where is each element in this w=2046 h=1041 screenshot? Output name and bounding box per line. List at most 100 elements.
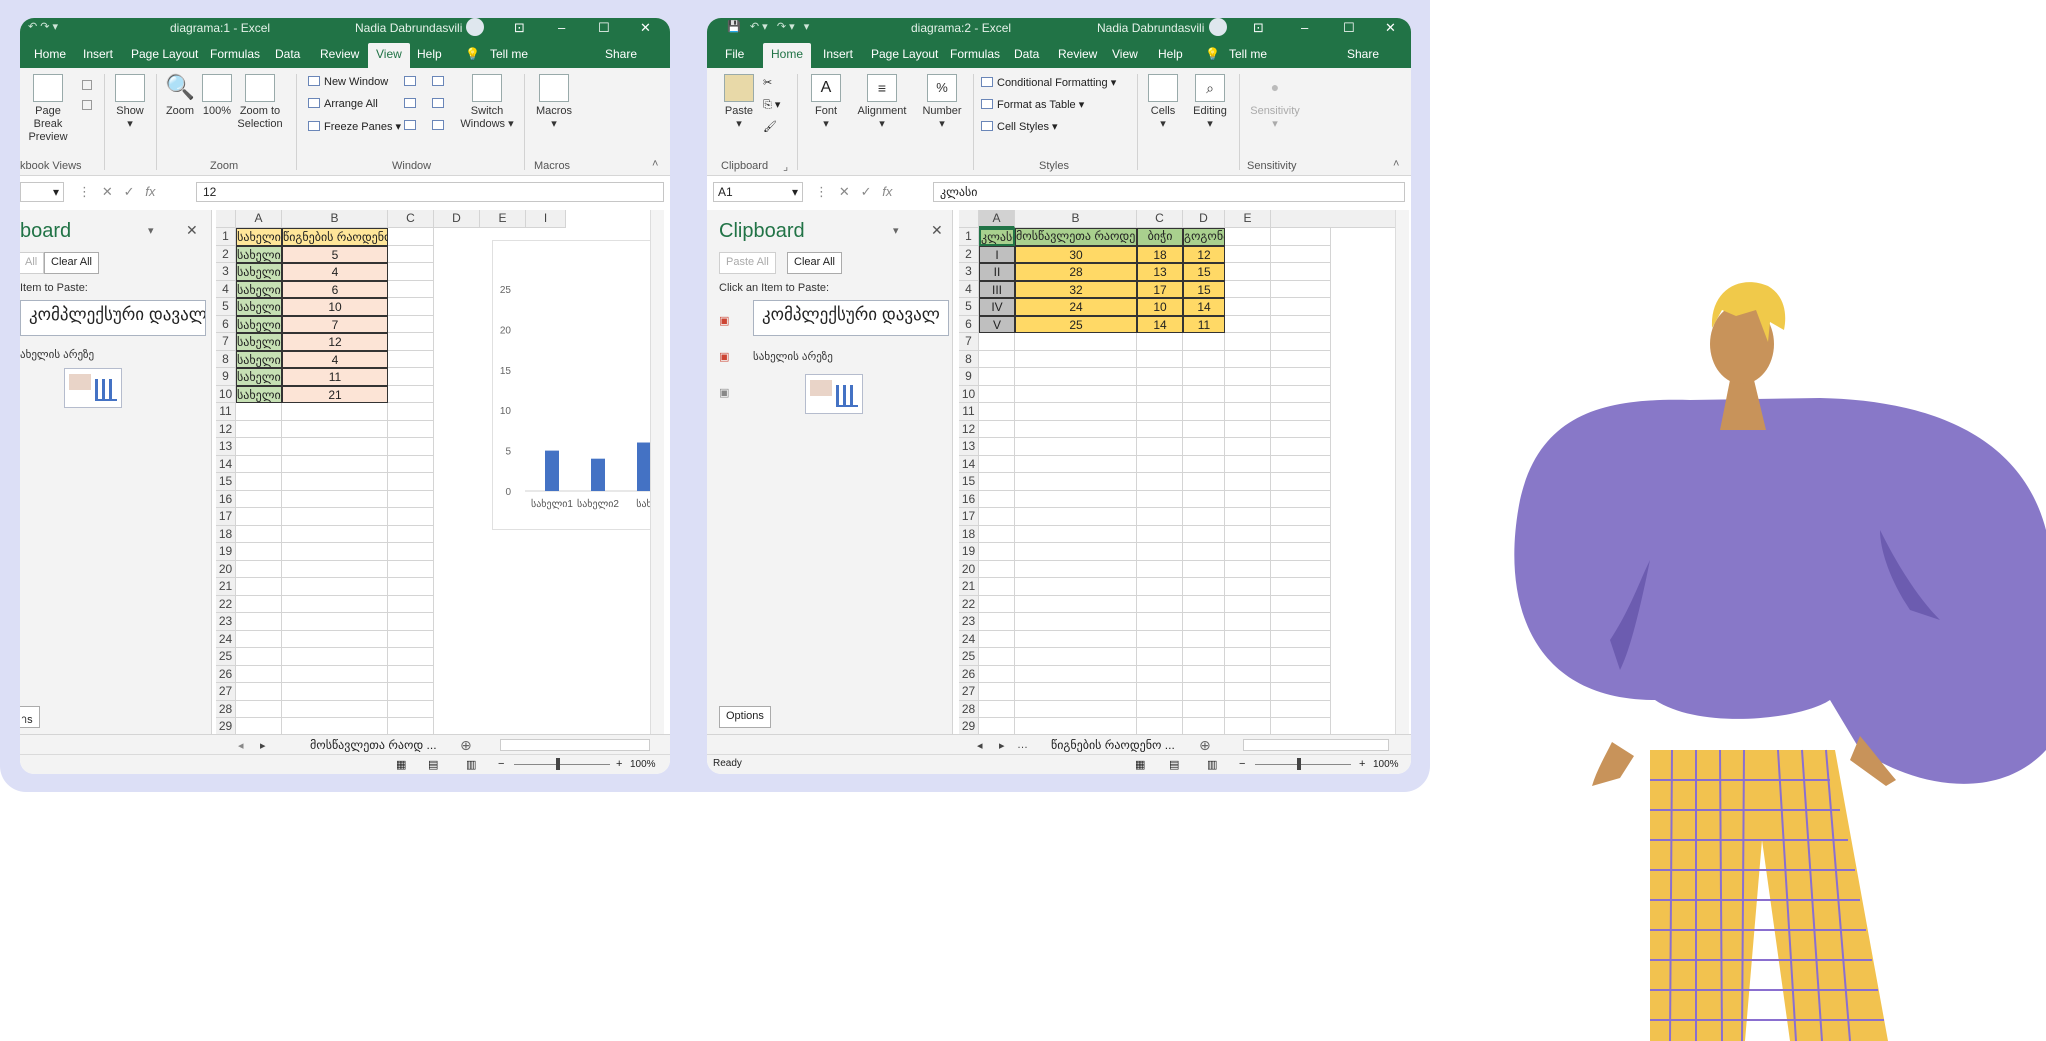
cell[interactable] [1271,578,1331,596]
cell[interactable] [1183,648,1225,666]
row-header[interactable]: 23 [959,613,979,631]
tab-view[interactable]: View [368,43,410,68]
macros-button[interactable]: Macros ▾ [532,74,576,131]
cell[interactable] [1015,455,1137,473]
cell[interactable] [1225,280,1271,298]
close-pane-icon[interactable]: ✕ [931,222,943,239]
unhide-button[interactable] [404,120,420,132]
cell[interactable] [1183,718,1225,734]
cell[interactable] [388,403,434,421]
conditional-formatting-button[interactable]: Conditional Formatting ▾ [981,76,1116,89]
share-button[interactable]: Share [1347,47,1379,61]
cell[interactable] [236,508,282,526]
cell[interactable] [282,543,388,561]
row-header[interactable]: 22 [216,595,236,613]
number-button[interactable]: % Number ▾ [917,74,967,131]
cell[interactable] [1271,683,1331,701]
cell[interactable] [1225,543,1271,561]
cell[interactable] [388,508,434,526]
quick-access-toolbar[interactable]: ↶ ↷ ▾ [28,20,58,33]
cell[interactable] [388,648,434,666]
row-header[interactable]: 4 [959,280,979,298]
cell[interactable] [1137,333,1183,351]
cell[interactable] [979,350,1015,368]
cell[interactable] [1015,648,1137,666]
cell[interactable] [236,700,282,718]
sheet-next-icon[interactable]: ▸ [999,739,1005,752]
worksheet-grid[interactable]: A B C D E I 1 2 3 4 5 6 7 8 9 10 11 12 13 14 15 16 17 18 19 20 21 2… [216,210,656,734]
zoom-in-icon[interactable]: + [1359,758,1365,770]
table-header-cell[interactable]: კლასი [979,228,1015,246]
tab-insert[interactable]: Insert [83,47,113,61]
cell[interactable] [388,718,434,734]
cell[interactable] [979,613,1015,631]
cell[interactable] [1271,280,1331,298]
cell[interactable] [1271,508,1331,526]
cell[interactable] [1271,333,1331,351]
cell[interactable] [282,455,388,473]
row-header[interactable]: 29 [216,718,236,734]
cell[interactable] [1137,630,1183,648]
paste-button[interactable]: Paste ▾ [719,74,759,131]
cell[interactable] [1183,683,1225,701]
split-button[interactable] [404,76,420,88]
cell[interactable] [1271,228,1331,246]
row-header[interactable]: 28 [959,700,979,718]
table-cell[interactable]: III [979,280,1015,298]
table-cell[interactable]: 13 [1137,263,1183,281]
clipboard-launcher-icon[interactable]: ⌟ [783,160,788,173]
formula-input[interactable]: კლასი [933,182,1405,202]
table-cell[interactable]: სახელი5 [236,315,282,333]
cell[interactable] [388,263,434,281]
zoom-100-button[interactable]: 100% [200,74,234,118]
cell[interactable] [1271,420,1331,438]
cell[interactable] [979,403,1015,421]
column-header[interactable]: A [236,210,282,228]
table-cell[interactable]: V [979,315,1015,333]
cell[interactable] [1137,683,1183,701]
row-header[interactable]: 21 [216,578,236,596]
add-sheet-icon[interactable]: ⊕ [1199,737,1211,754]
cell[interactable] [1137,595,1183,613]
table-cell[interactable]: 11 [1183,315,1225,333]
row-header[interactable]: 9 [216,368,236,386]
table-cell[interactable]: 25 [1015,315,1137,333]
cell[interactable] [1183,350,1225,368]
cell[interactable] [979,543,1015,561]
cell[interactable] [388,665,434,683]
table-cell[interactable]: 11 [282,368,388,386]
cell[interactable] [1225,508,1271,526]
tab-formulas[interactable]: Formulas [210,47,260,61]
zoom-slider-thumb[interactable] [1297,758,1301,770]
cell[interactable] [1271,350,1331,368]
row-header[interactable]: 15 [959,473,979,491]
row-header[interactable]: 24 [959,630,979,648]
tab-insert[interactable]: Insert [823,47,853,61]
chart[interactable]: 0 5 10 15 20 25 სახელი1 სახელი2 სახ [492,240,656,530]
cell[interactable] [1137,718,1183,734]
cell[interactable] [1225,490,1271,508]
column-header[interactable]: B [1015,210,1137,228]
tab-review[interactable]: Review [1058,47,1097,61]
cell[interactable] [388,595,434,613]
cell[interactable] [1225,473,1271,491]
row-header[interactable]: 26 [216,665,236,683]
row-header[interactable]: 11 [959,403,979,421]
table-cell[interactable]: 10 [282,298,388,316]
cell[interactable] [282,578,388,596]
sheet-prev-icon[interactable]: ◂ [238,739,244,752]
cell[interactable] [979,473,1015,491]
cell[interactable] [979,368,1015,386]
clipboard-item-text[interactable]: კომპლექსური დავალ [753,300,949,336]
row-header[interactable]: 20 [216,560,236,578]
cell[interactable] [282,525,388,543]
row-header[interactable]: 12 [216,420,236,438]
ribbon-display-icon[interactable]: ⊡ [1253,20,1264,36]
fx-icon[interactable]: fx [882,184,892,199]
cell[interactable] [1225,368,1271,386]
cell[interactable] [1225,700,1271,718]
add-sheet-icon[interactable]: ⊕ [460,737,472,754]
cell[interactable] [1015,420,1137,438]
cell[interactable] [979,420,1015,438]
cell[interactable] [979,455,1015,473]
